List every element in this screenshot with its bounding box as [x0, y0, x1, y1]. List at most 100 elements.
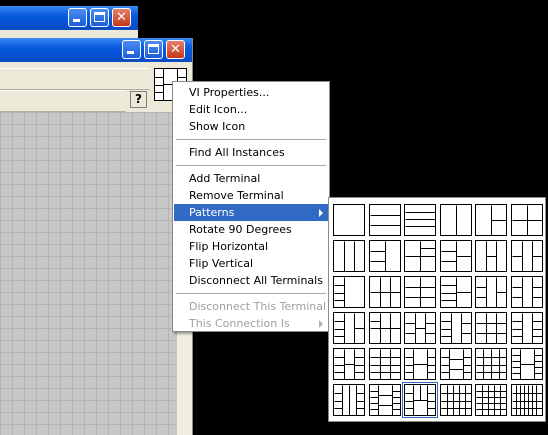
connector-pattern-icon: [370, 277, 400, 307]
connector-pattern-option[interactable]: [439, 348, 472, 380]
menu-item-disconnect-all-terminals[interactable]: Disconnect All Terminals: [174, 272, 328, 289]
patterns-submenu: [328, 197, 546, 422]
menu-item-label: Find All Instances: [189, 146, 285, 159]
connector-pattern-icon: [334, 385, 364, 415]
menu-separator: [176, 165, 326, 166]
connector-pattern-option[interactable]: [510, 384, 543, 416]
connector-pattern-option[interactable]: [475, 384, 507, 416]
toolbar-field[interactable]: [0, 68, 150, 90]
menu-item-label: Disconnect All Terminals: [189, 274, 323, 287]
connector-pattern-option[interactable]: [404, 276, 436, 308]
connector-pattern-option[interactable]: [333, 312, 365, 344]
menu-item-add-terminal[interactable]: Add Terminal: [174, 170, 328, 187]
connector-pattern-option[interactable]: [404, 240, 436, 272]
connector-pattern-option[interactable]: [475, 276, 507, 308]
menu-item-label: Add Terminal: [189, 172, 261, 185]
close-button[interactable]: ✕: [166, 40, 185, 59]
connector-pattern-option[interactable]: [333, 276, 365, 308]
connector-pattern-option[interactable]: [510, 204, 543, 236]
connector-pattern-option[interactable]: [333, 384, 365, 416]
connector-pattern-icon: [476, 313, 506, 343]
connector-pattern-icon: [370, 313, 400, 343]
connector-pattern-option[interactable]: [439, 312, 472, 344]
connector-pattern-option[interactable]: [368, 384, 401, 416]
menu-item-label: Flip Vertical: [189, 257, 254, 270]
help-icon: ?: [135, 92, 142, 106]
connector-pattern-icon: [370, 349, 400, 379]
connector-pattern-option[interactable]: [439, 384, 472, 416]
menu-item-remove-terminal[interactable]: Remove Terminal: [174, 187, 328, 204]
menu-item-patterns[interactable]: Patterns: [174, 204, 328, 221]
connector-pattern-option[interactable]: [368, 204, 401, 236]
menu-item-flip-vertical[interactable]: Flip Vertical: [174, 255, 328, 272]
menu-item-this-connection-is: This Connection Is: [174, 315, 328, 332]
connector-pattern-icon: [512, 349, 542, 379]
maximize-button[interactable]: [144, 40, 163, 59]
connector-pattern-option[interactable]: [475, 204, 507, 236]
connector-pattern-icon: [405, 277, 435, 307]
connector-pattern-icon: [441, 313, 471, 343]
connector-pattern-icon: [441, 349, 471, 379]
menu-item-label: Patterns: [189, 206, 235, 219]
minimize-button[interactable]: [122, 40, 141, 59]
connector-pattern-option[interactable]: [475, 348, 507, 380]
menu-item-label: VI Properties...: [189, 86, 270, 99]
connector-pattern-option[interactable]: [510, 312, 543, 344]
block-diagram-canvas[interactable]: [0, 112, 176, 435]
maximize-button[interactable]: [90, 8, 109, 27]
connector-pattern-option[interactable]: [402, 382, 438, 418]
menu-item-label: Remove Terminal: [189, 189, 284, 202]
menu-item-vi-properties[interactable]: VI Properties...: [174, 84, 328, 101]
help-button[interactable]: ?: [130, 91, 147, 108]
connector-pattern-option[interactable]: [475, 312, 507, 344]
connector-pattern-option[interactable]: [439, 240, 472, 272]
connector-pattern-icon: [405, 241, 435, 271]
toolbar-field[interactable]: [0, 90, 126, 112]
connector-pattern-icon: [334, 277, 345, 307]
connector-pattern-option[interactable]: [439, 204, 472, 236]
close-button[interactable]: ✕: [112, 8, 131, 27]
connector-pattern-option[interactable]: [510, 240, 543, 272]
connector-pattern-option[interactable]: [404, 348, 436, 380]
connector-pattern-icon: [512, 205, 542, 235]
menu-item-label: Disconnect This Terminal: [189, 300, 327, 313]
connector-pattern-icon: [441, 385, 471, 415]
front-window-titlebar[interactable]: ✕: [0, 38, 192, 62]
connector-pattern-option[interactable]: [404, 204, 436, 236]
connector-pattern-option[interactable]: [475, 240, 507, 272]
connector-pattern-icon: [334, 313, 364, 343]
menu-item-rotate-90-degrees[interactable]: Rotate 90 Degrees: [174, 221, 328, 238]
menu-item-label: Rotate 90 Degrees: [189, 223, 292, 236]
menu-item-flip-horizontal[interactable]: Flip Horizontal: [174, 238, 328, 255]
maximize-icon: [148, 44, 159, 54]
menu-item-disconnect-this-terminal: Disconnect This Terminal: [174, 298, 328, 315]
connector-pattern-icon: [512, 385, 542, 415]
minimize-button[interactable]: [68, 8, 87, 27]
connector-pattern-option[interactable]: [510, 276, 543, 308]
menu-item-show-icon[interactable]: Show Icon: [174, 118, 328, 135]
connector-pattern-option[interactable]: [510, 348, 543, 380]
connector-pattern-option[interactable]: [439, 276, 472, 308]
toolbar-area: ?: [0, 64, 192, 114]
connector-pattern-option[interactable]: [368, 240, 401, 272]
connector-pattern-option[interactable]: [368, 276, 401, 308]
connector-pattern-option[interactable]: [333, 204, 365, 236]
connector-pattern-option[interactable]: [368, 348, 401, 380]
connector-pattern-option[interactable]: [404, 312, 436, 344]
connector-pattern-icon: [334, 349, 364, 379]
back-window-titlebar[interactable]: ✕: [0, 6, 138, 30]
menu-item-label: Edit Icon...: [189, 103, 248, 116]
menu-item-find-all-instances[interactable]: Find All Instances: [174, 144, 328, 161]
connector-pattern-icon: [370, 215, 400, 226]
minimize-icon: [127, 51, 134, 54]
menu-item-edit-icon[interactable]: Edit Icon...: [174, 101, 328, 118]
close-icon: ✕: [116, 10, 127, 25]
connector-pattern-icon: [512, 313, 542, 343]
connector-pattern-option[interactable]: [333, 348, 365, 380]
connector-pattern-icon: [476, 277, 506, 307]
connector-pattern-option[interactable]: [368, 312, 401, 344]
connector-pattern-option[interactable]: [333, 240, 365, 272]
minimize-icon: [73, 19, 80, 22]
connector-pattern-icon: [370, 385, 400, 415]
maximize-icon: [94, 12, 105, 22]
